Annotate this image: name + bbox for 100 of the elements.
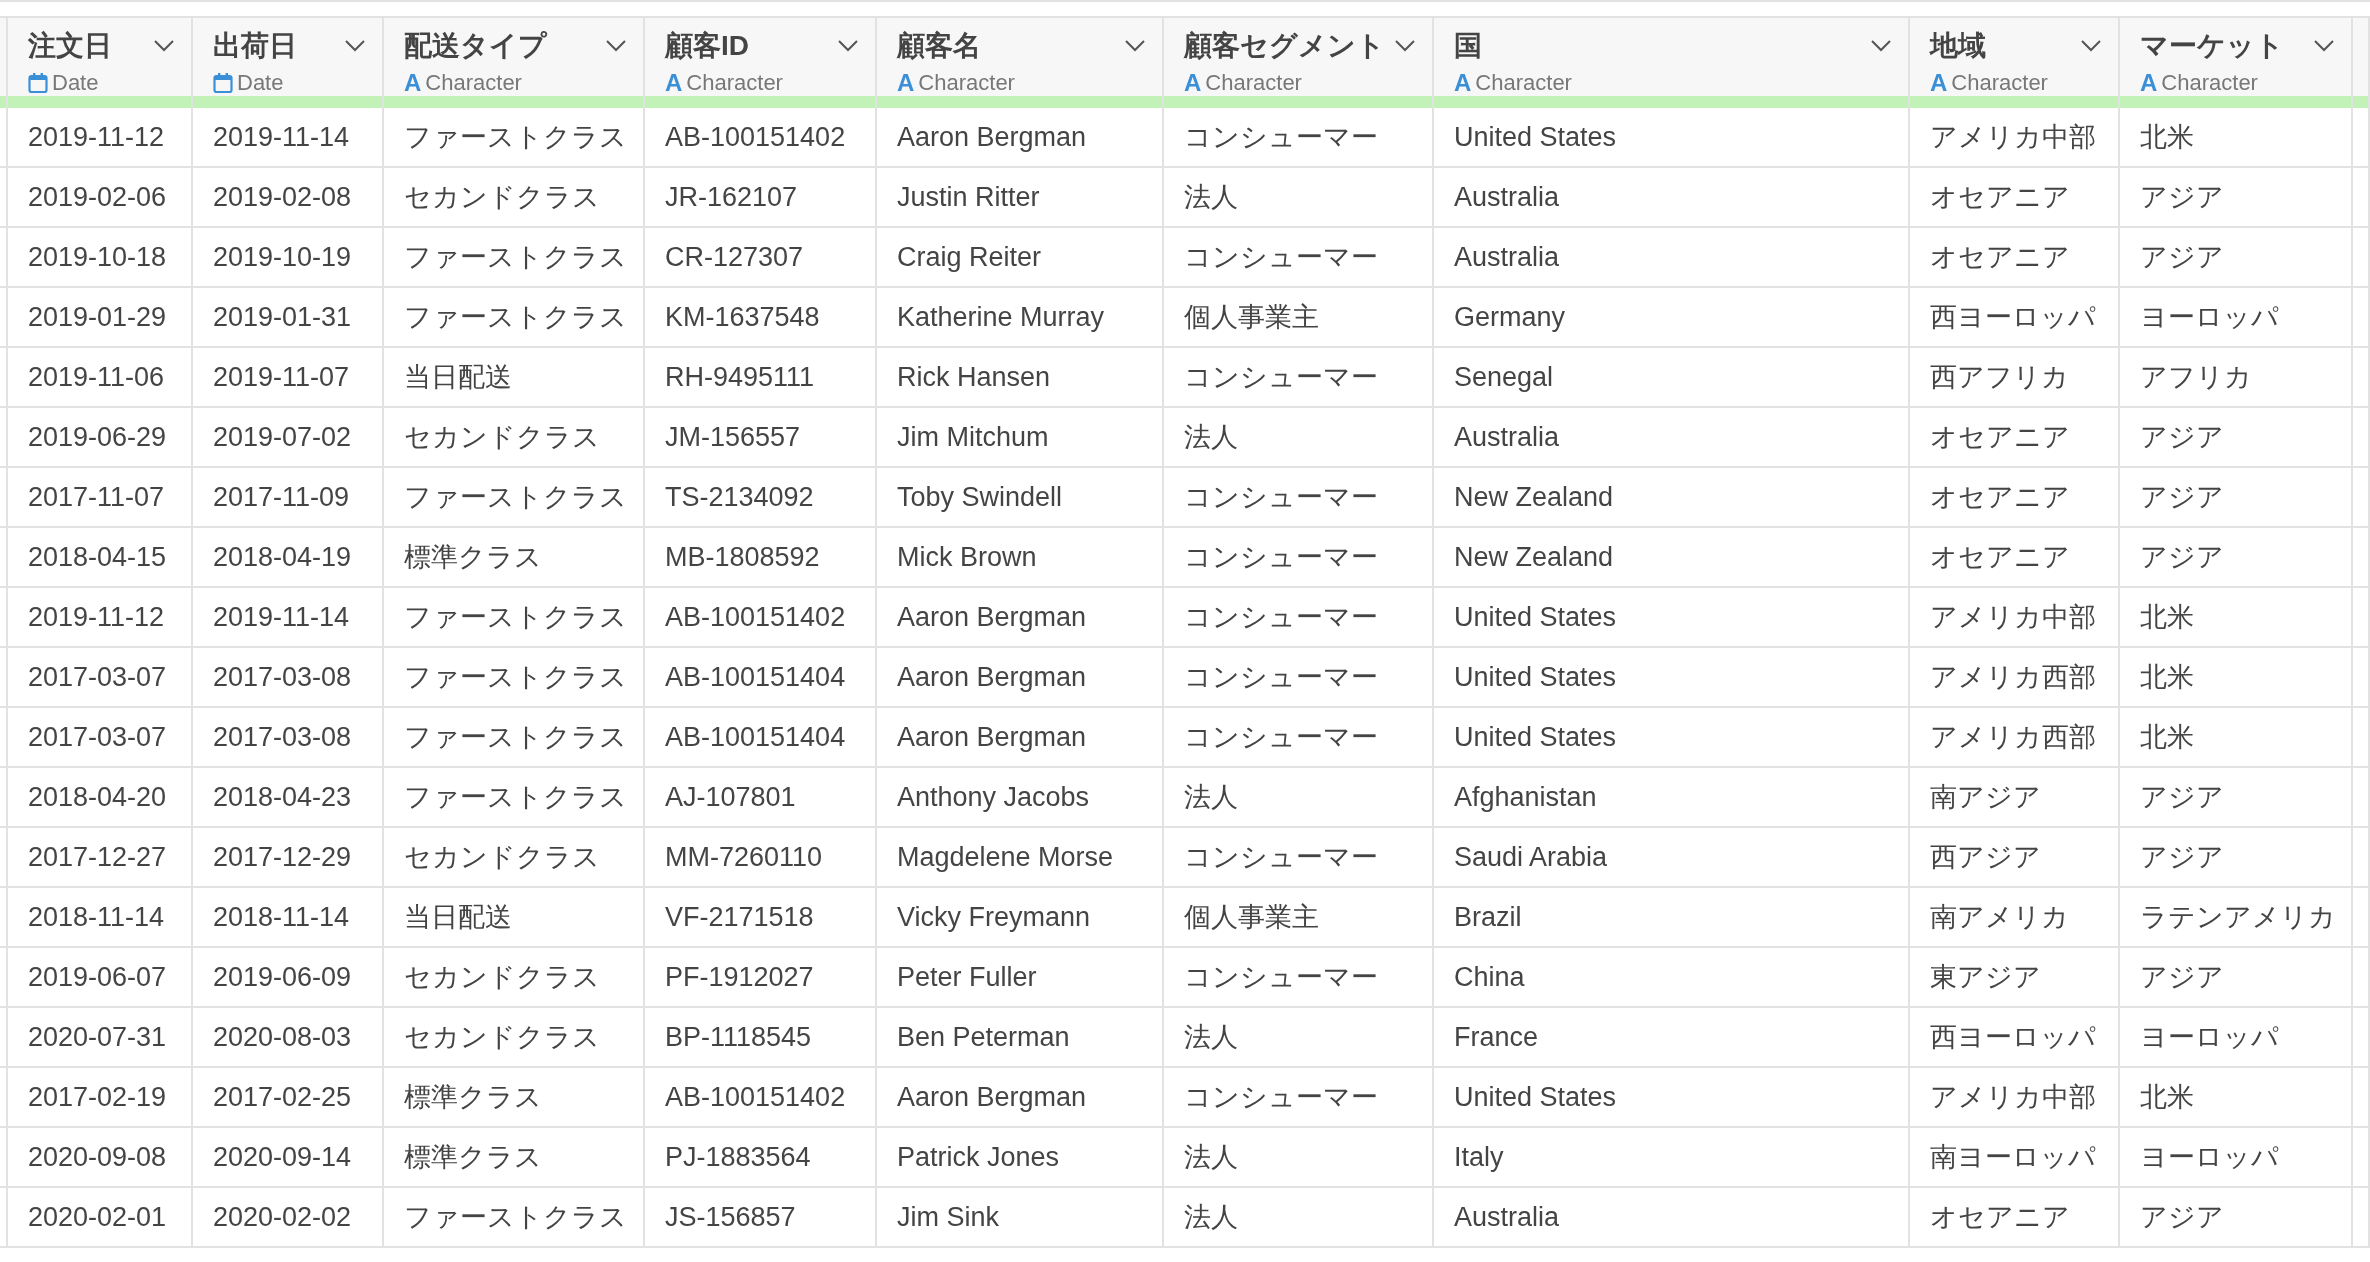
table-cell: 2020-09-14 (193, 1128, 384, 1188)
table-cell: Rick Hansen (877, 348, 1164, 408)
table-cell: ヨーロッパ (2120, 1128, 2353, 1188)
table-cell: 2017-02-19 (8, 1068, 193, 1128)
table-cell: ファーストクラス (384, 648, 645, 708)
character-type-icon: A (2140, 69, 2158, 97)
table-cell: Germany (1434, 288, 1910, 348)
table-cell: 2019-11-07 (193, 348, 384, 408)
table-cell: 南アメリカ (1910, 888, 2120, 948)
column-title: 顧客名 (897, 29, 981, 63)
table-cell: Italy (1434, 1128, 1910, 1188)
table-cell: AB-100151404 (645, 648, 877, 708)
column-header[interactable]: 注文日 Date (8, 16, 193, 96)
table-cell: 2017-11-07 (8, 468, 193, 528)
table-cell: 北米 (2120, 648, 2353, 708)
table-cell: コンシューマー (1164, 828, 1434, 888)
table-cell: 標準クラス (384, 1128, 645, 1188)
table-cell: アジア (2120, 408, 2353, 468)
table-cell: Magdelene Morse (877, 828, 1164, 888)
table-cell: 2018-04-15 (8, 528, 193, 588)
table-cell: 2017-12-27 (8, 828, 193, 888)
chevron-down-icon[interactable] (1870, 39, 1892, 53)
table-cell: Aaron Bergman (877, 1068, 1164, 1128)
column-title: 国 (1454, 29, 1482, 63)
table-cell: 2020-08-03 (193, 1008, 384, 1068)
column-header[interactable]: 出荷日 Date (193, 16, 384, 96)
table-cell: AJ-107801 (645, 768, 877, 828)
table-cell: BP-1118545 (645, 1008, 877, 1068)
table-cell: Aaron Bergman (877, 648, 1164, 708)
chevron-down-icon[interactable] (2313, 39, 2335, 53)
chevron-down-icon[interactable] (2080, 39, 2102, 53)
table-cell: Toby Swindell (877, 468, 1164, 528)
table-cell: ファーストクラス (384, 288, 645, 348)
column-type: Date (52, 70, 99, 96)
table-cell: 法人 (1164, 1128, 1434, 1188)
table-cell: 個人事業主 (1164, 888, 1434, 948)
column-title: 注文日 (28, 29, 112, 63)
table-cell: アメリカ西部 (1910, 648, 2120, 708)
chevron-down-icon[interactable] (1124, 39, 1146, 53)
column-header[interactable]: 地域 A Character (1910, 16, 2120, 96)
table-cell: セカンドクラス (384, 408, 645, 468)
table-cell: 2019-11-12 (8, 588, 193, 648)
column-header[interactable]: マーケット A Character (2120, 16, 2353, 96)
column-header[interactable]: 顧客名 A Character (877, 16, 1164, 96)
column-header[interactable]: 顧客ID A Character (645, 16, 877, 96)
column-type: Character (686, 70, 783, 96)
table-cell: AB-100151404 (645, 708, 877, 768)
character-type-icon: A (1454, 69, 1472, 97)
table-cell: セカンドクラス (384, 948, 645, 1008)
calendar-icon (28, 72, 48, 94)
chevron-down-icon[interactable] (344, 39, 366, 53)
table-cell: Anthony Jacobs (877, 768, 1164, 828)
table-cell: 個人事業主 (1164, 288, 1434, 348)
table-cell: オセアニア (1910, 168, 2120, 228)
table-cell: 2019-06-29 (8, 408, 193, 468)
table-cell: ファーストクラス (384, 768, 645, 828)
table-cell: コンシューマー (1164, 588, 1434, 648)
table-cell: 2020-07-31 (8, 1008, 193, 1068)
column-title: 顧客セグメント (1184, 29, 1385, 63)
table-cell: PJ-1883564 (645, 1128, 877, 1188)
table-cell: VF-2171518 (645, 888, 877, 948)
table-cell: 2020-02-02 (193, 1188, 384, 1248)
table-cell: ファーストクラス (384, 708, 645, 768)
table-cell: コンシューマー (1164, 348, 1434, 408)
table-cell: 法人 (1164, 1008, 1434, 1068)
table-cell: 2019-01-29 (8, 288, 193, 348)
table-cell: France (1434, 1008, 1910, 1068)
table-cell: 2019-01-31 (193, 288, 384, 348)
table-cell: アジア (2120, 528, 2353, 588)
table-cell: United States (1434, 108, 1910, 168)
table-cell: 2019-06-09 (193, 948, 384, 1008)
chevron-down-icon[interactable] (837, 39, 859, 53)
table-cell: 2019-11-14 (193, 588, 384, 648)
table-cell: New Zealand (1434, 468, 1910, 528)
character-type-icon: A (897, 69, 915, 97)
column-header[interactable]: 国 A Character (1434, 16, 1910, 96)
chevron-down-icon[interactable] (605, 39, 627, 53)
table-cell: 当日配送 (384, 888, 645, 948)
chevron-down-icon[interactable] (1394, 39, 1416, 53)
column-header[interactable]: 顧客セグメント A Character (1164, 16, 1434, 96)
character-type-icon: A (665, 69, 683, 97)
table-cell: アジア (2120, 1188, 2353, 1248)
table-cell: アメリカ西部 (1910, 708, 2120, 768)
table-cell: KM-1637548 (645, 288, 877, 348)
column-type: Character (1951, 70, 2048, 96)
table-cell: 2020-02-01 (8, 1188, 193, 1248)
chevron-down-icon[interactable] (153, 39, 175, 53)
table-cell: アメリカ中部 (1910, 108, 2120, 168)
table-cell: 2017-03-08 (193, 648, 384, 708)
table-cell: アジア (2120, 168, 2353, 228)
table-cell: 標準クラス (384, 1068, 645, 1128)
table-cell: 2017-03-07 (8, 648, 193, 708)
table-cell: New Zealand (1434, 528, 1910, 588)
table-cell: Afghanistan (1434, 768, 1910, 828)
table-cell: 西アジア (1910, 828, 2120, 888)
table-cell: 法人 (1164, 408, 1434, 468)
table-cell: AB-100151402 (645, 1068, 877, 1128)
table-cell: 2018-04-20 (8, 768, 193, 828)
table-cell: 2018-11-14 (193, 888, 384, 948)
column-header[interactable]: 配送タイプ A Character (384, 16, 645, 96)
